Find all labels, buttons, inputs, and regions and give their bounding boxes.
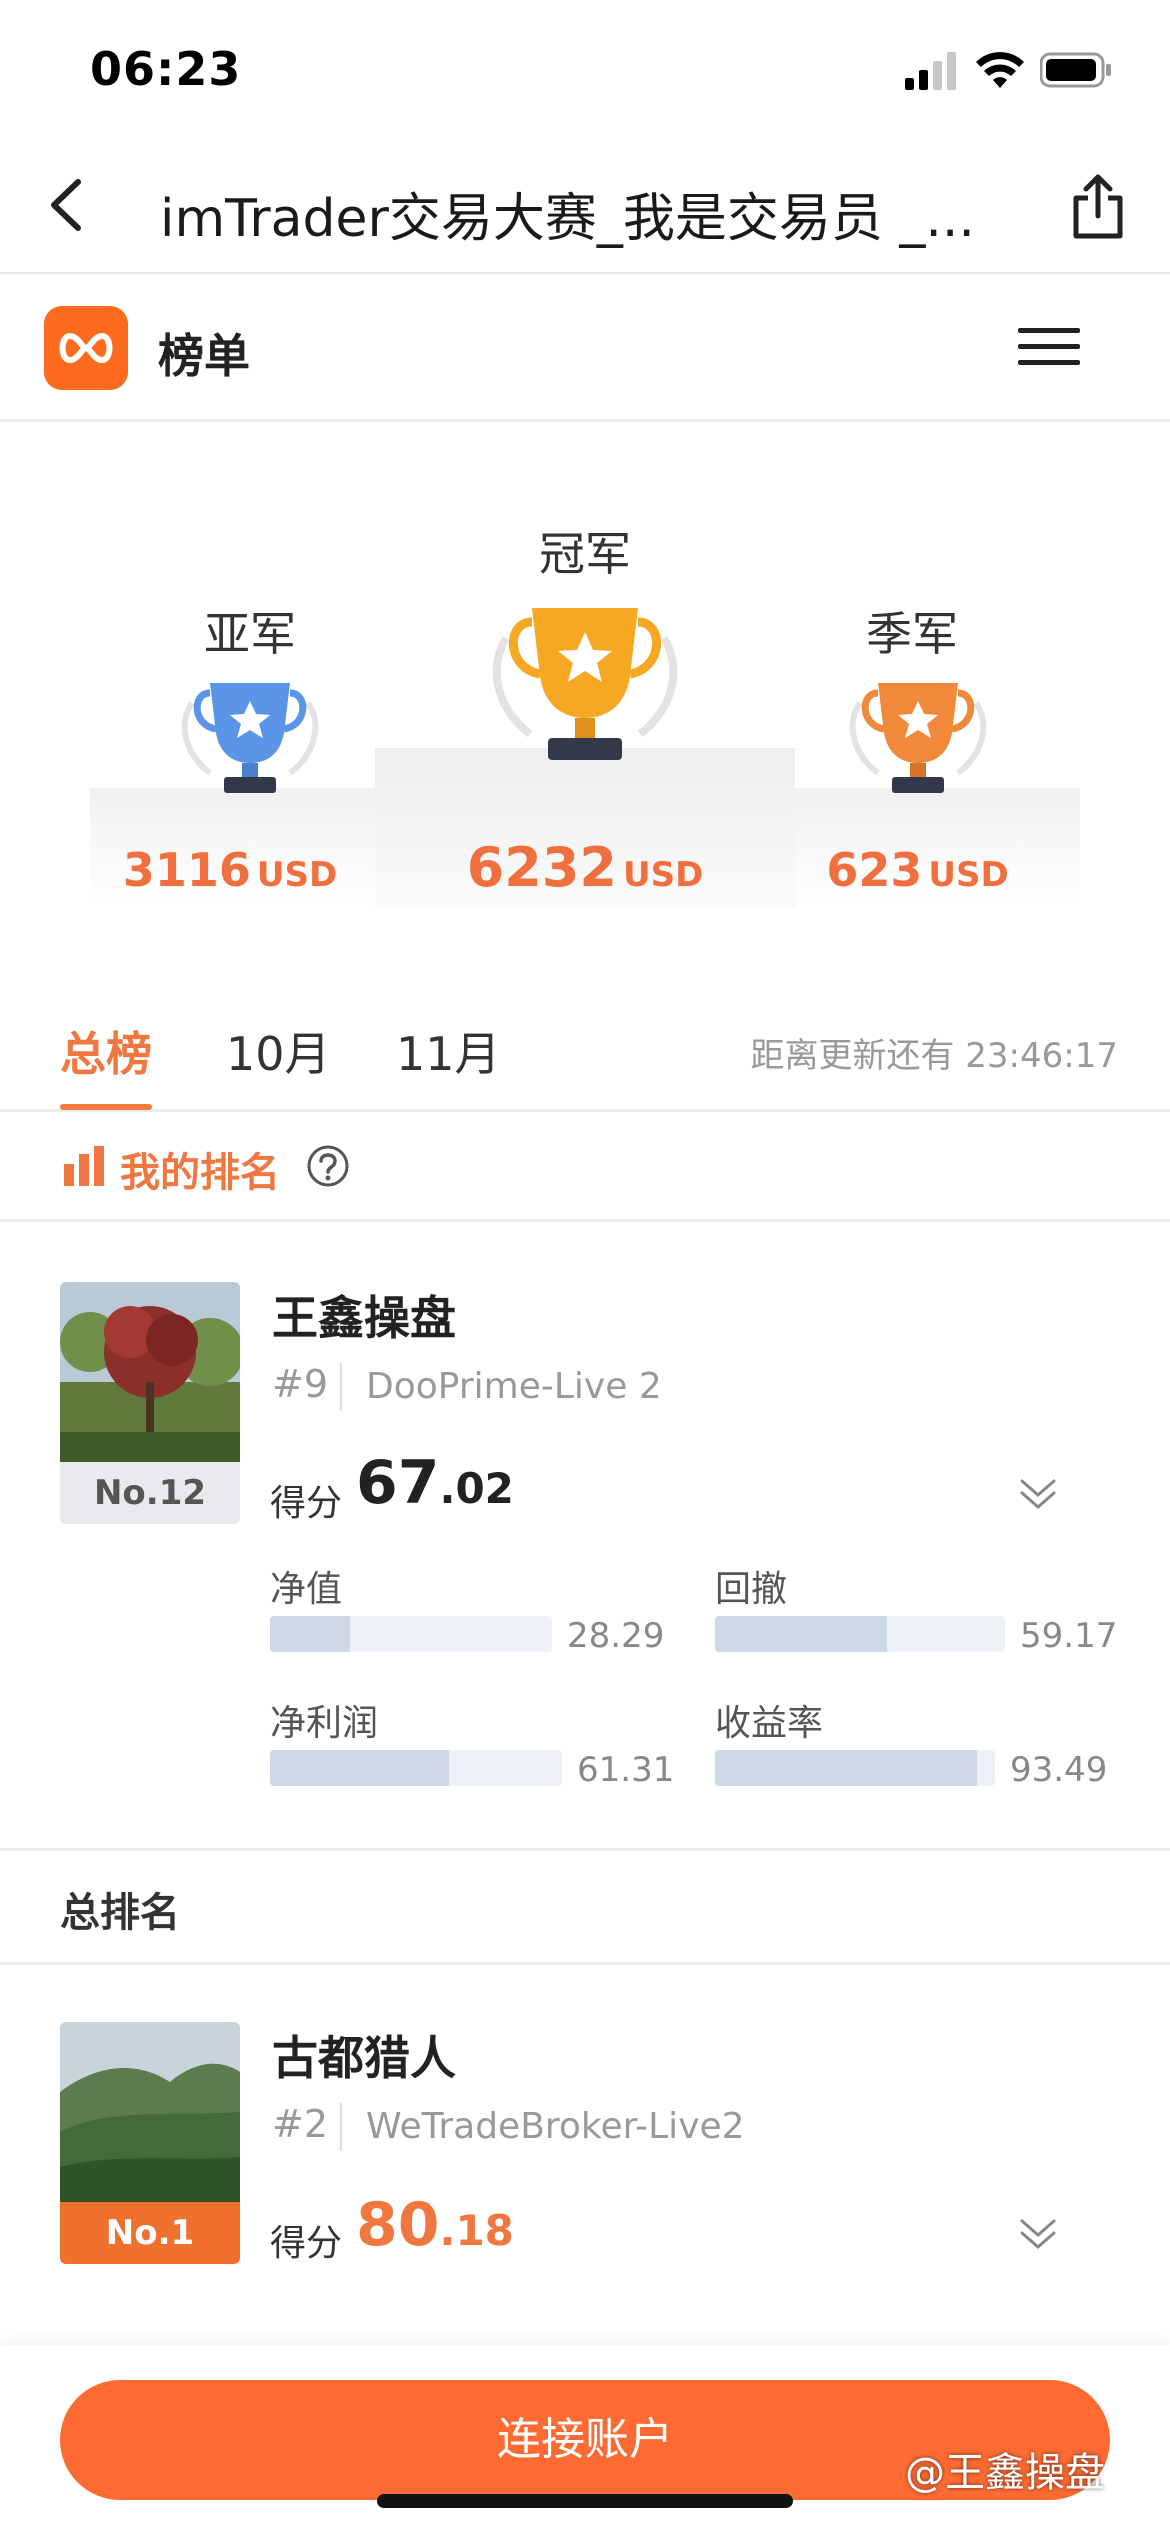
metric-bar-return-rate — [715, 1750, 995, 1786]
metric-value-net-profit: 61.31 — [577, 1750, 675, 1790]
score-label: 得分 — [270, 2223, 343, 2264]
score-label: 得分 — [270, 1483, 343, 1524]
trader-broker: DooPrime-Live 2 — [366, 1366, 662, 1407]
score-value: 67.02 — [356, 1448, 514, 1518]
mountain-photo — [60, 2022, 240, 2202]
trader-avatar — [60, 2022, 240, 2202]
tab-november[interactable]: 11月 — [396, 1018, 501, 1084]
overall-rank-badge: No.12 — [60, 1462, 240, 1524]
metric-bar-drawdown — [715, 1616, 1005, 1652]
score-value: 80.18 — [356, 2190, 514, 2260]
divider — [340, 2103, 342, 2151]
divider — [340, 1363, 342, 1411]
second-place-label: 亚军 — [204, 607, 296, 661]
back-icon[interactable] — [40, 170, 100, 240]
help-icon[interactable] — [306, 1144, 350, 1188]
status-bar: 06:23 — [0, 0, 1170, 140]
gold-trophy-icon — [492, 608, 678, 760]
trader-broker: WeTradeBroker-Live2 — [366, 2106, 745, 2147]
metric-label-return-rate: 收益率 — [715, 1703, 824, 1744]
menu-icon[interactable] — [1018, 324, 1080, 370]
metric-fill — [715, 1616, 887, 1652]
infinity-logo-icon — [59, 332, 113, 364]
metric-bar-equity — [270, 1616, 552, 1652]
metric-label-drawdown: 回撤 — [715, 1569, 788, 1610]
silver-trophy-icon — [181, 683, 319, 793]
my-ranking-header: 我的排名 — [0, 1114, 1170, 1222]
page-title: imTrader交易大赛_我是交易员 _... — [160, 189, 975, 249]
tree-photo — [60, 1282, 240, 1462]
period-tabs: 总榜 10月 11月 距离更新还有 23:46:17 — [0, 990, 1170, 1112]
bronze-trophy-icon — [849, 683, 987, 793]
active-tab-indicator — [60, 1104, 152, 1110]
overall-rank-badge: No.1 — [60, 2202, 240, 2264]
watermark: @王鑫操盘 — [905, 2450, 1105, 2496]
divider — [0, 1848, 1170, 1851]
metric-value-drawdown: 59.17 — [1020, 1616, 1118, 1656]
metric-fill — [270, 1750, 450, 1786]
metric-label-equity: 净值 — [270, 1569, 343, 1610]
share-icon[interactable] — [1068, 172, 1128, 242]
metric-value-return-rate: 93.49 — [1010, 1750, 1108, 1790]
metric-bar-net-profit — [270, 1750, 562, 1786]
update-countdown: 距离更新还有 23:46:17 — [750, 1036, 1118, 1076]
trader-name: 王鑫操盘 — [272, 1291, 456, 1345]
second-prize: 3116 USD — [122, 843, 338, 897]
my-ranking-title: 我的排名 — [120, 1150, 280, 1196]
home-indicator[interactable] — [377, 2494, 793, 2508]
prize-podium: 亚军 3116 USD 冠军 6232 USD 季军 623 USD — [0, 438, 1170, 978]
trader-rank: #2 — [272, 2102, 329, 2146]
status-time: 06:23 — [90, 42, 242, 96]
wifi-icon — [976, 52, 1024, 88]
third-prize: 623 USD — [826, 843, 1009, 897]
chevron-down-icon[interactable] — [1016, 2215, 1060, 2255]
header-title: 榜单 — [158, 329, 250, 383]
divider — [0, 1962, 1170, 1965]
metric-value-equity: 28.29 — [567, 1616, 665, 1656]
tab-october[interactable]: 10月 — [226, 1018, 331, 1084]
metric-label-net-profit: 净利润 — [270, 1703, 379, 1744]
battery-icon — [1040, 52, 1111, 88]
app-logo — [44, 306, 128, 390]
cellular-signal-icon — [905, 52, 956, 90]
trader-avatar — [60, 1282, 240, 1462]
trader-rank: #9 — [272, 1362, 329, 1406]
tab-overall[interactable]: 总榜 — [60, 1018, 152, 1084]
nav-bar: imTrader交易大赛_我是交易员 _... — [0, 140, 1170, 274]
app-header: 榜单 — [0, 276, 1170, 422]
third-place-label: 季军 — [866, 607, 958, 661]
metric-fill — [270, 1616, 350, 1652]
metric-fill — [715, 1750, 977, 1786]
total-ranking-title: 总排名 — [60, 1890, 180, 1936]
first-place-label: 冠军 — [539, 527, 631, 581]
trader-name: 古都猎人 — [272, 2031, 456, 2085]
first-prize: 6232 USD — [466, 836, 704, 899]
bar-chart-icon — [64, 1146, 104, 1186]
chevron-down-icon[interactable] — [1016, 1475, 1060, 1515]
